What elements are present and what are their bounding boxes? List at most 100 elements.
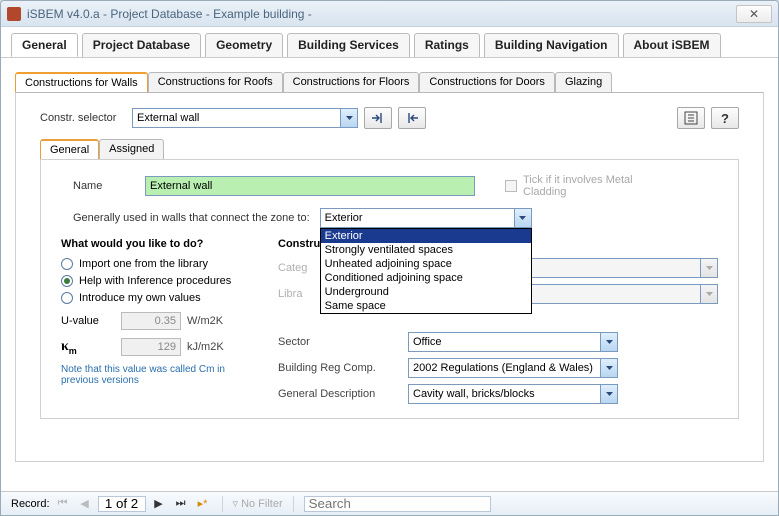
cladding-label: Tick if it involves Metal Cladding xyxy=(523,174,633,198)
breg-input[interactable] xyxy=(409,362,600,374)
subtab-floors[interactable]: Constructions for Floors xyxy=(283,72,420,92)
name-row: Name Tick if it involves Metal Cladding xyxy=(61,174,718,198)
uvalue-unit: W/m2K xyxy=(187,315,223,327)
tab-about[interactable]: About iSBEM xyxy=(623,33,721,57)
library-combo xyxy=(508,284,718,304)
record-position[interactable] xyxy=(98,496,146,512)
inner-tabstrip: General Assigned xyxy=(40,139,739,159)
chevron-down-icon[interactable] xyxy=(600,385,617,403)
no-filter-label: ▿No Filter xyxy=(233,497,283,510)
app-icon xyxy=(7,7,21,21)
window-title: iSBEM v4.0.a - Project Database - Exampl… xyxy=(27,7,736,21)
chevron-down-icon[interactable] xyxy=(600,359,617,377)
sector-combo[interactable] xyxy=(408,332,618,352)
tab-project-database[interactable]: Project Database xyxy=(82,33,201,57)
zone-option[interactable]: Strongly ventilated spaces xyxy=(321,243,531,257)
left-heading: What would you like to do? xyxy=(61,238,248,250)
chevron-down-icon xyxy=(700,259,717,277)
radio-import[interactable]: Import one from the library xyxy=(61,258,248,270)
km-unit: kJ/m2K xyxy=(187,341,224,353)
record-label: Record: xyxy=(11,498,50,510)
nav-last-icon[interactable]: ⏭ xyxy=(172,496,190,512)
desc-label: General Description xyxy=(278,388,408,400)
constr-selector-row: Constr. selector ? xyxy=(40,107,739,129)
innertab-general[interactable]: General xyxy=(40,139,99,159)
uvalue-row: U-value W/m2K xyxy=(61,312,248,330)
calculator-button[interactable] xyxy=(677,107,705,129)
zone-combo[interactable] xyxy=(320,208,532,228)
workspace: Constructions for Walls Constructions fo… xyxy=(1,58,778,491)
chevron-down-icon[interactable] xyxy=(514,209,531,227)
insert-right-button[interactable] xyxy=(364,107,392,129)
zone-label: Generally used in walls that connect the… xyxy=(73,212,310,224)
tab-geometry[interactable]: Geometry xyxy=(205,33,283,57)
subtab-walls[interactable]: Constructions for Walls xyxy=(15,72,148,92)
zone-option[interactable]: Unheated adjoining space xyxy=(321,257,531,271)
name-input[interactable] xyxy=(145,176,475,196)
km-note: Note that this value was called Cm in pr… xyxy=(61,364,241,386)
zone-input[interactable] xyxy=(321,212,514,224)
separator xyxy=(293,496,294,512)
km-label: κm xyxy=(61,339,121,356)
nav-new-icon[interactable]: ▸* xyxy=(194,496,212,512)
constr-selector-combo[interactable] xyxy=(132,108,358,128)
innertab-assigned[interactable]: Assigned xyxy=(99,139,164,159)
constr-selector-input[interactable] xyxy=(133,112,340,124)
desc-row: General Description xyxy=(278,384,718,404)
record-navigator: Record: ⏮ ◀ ▶ ⏭ ▸* ▿No Filter xyxy=(1,491,778,515)
breg-combo[interactable] xyxy=(408,358,618,378)
sector-label: Sector xyxy=(278,336,408,348)
breg-row: Building Reg Comp. xyxy=(278,358,718,378)
name-label: Name xyxy=(73,180,145,192)
sector-input[interactable] xyxy=(409,336,600,348)
zone-row: Generally used in walls that connect the… xyxy=(61,208,718,228)
search-input[interactable] xyxy=(304,496,491,512)
subtab-roofs[interactable]: Constructions for Roofs xyxy=(148,72,283,92)
nav-first-icon[interactable]: ⏮ xyxy=(54,496,72,512)
km-row: κm kJ/m2K xyxy=(61,338,248,356)
help-button[interactable]: ? xyxy=(711,107,739,129)
main-tabstrip: General Project Database Geometry Buildi… xyxy=(1,27,778,58)
radio-own[interactable]: Introduce my own values xyxy=(61,292,248,304)
subtab-doors[interactable]: Constructions for Doors xyxy=(419,72,555,92)
radio-label: Import one from the library xyxy=(79,258,208,270)
filter-icon: ▿ xyxy=(233,497,239,510)
uvalue-field xyxy=(121,312,181,330)
nav-next-icon[interactable]: ▶ xyxy=(150,496,168,512)
category-combo xyxy=(508,258,718,278)
desc-combo[interactable] xyxy=(408,384,618,404)
close-button[interactable]: ✕ xyxy=(736,5,772,23)
km-field xyxy=(121,338,181,356)
chevron-down-icon[interactable] xyxy=(600,333,617,351)
left-column: What would you like to do? Import one fr… xyxy=(61,238,248,410)
tab-ratings[interactable]: Ratings xyxy=(414,33,480,57)
sub-tabstrip: Constructions for Walls Constructions fo… xyxy=(15,72,764,92)
nav-prev-icon[interactable]: ◀ xyxy=(76,496,94,512)
breg-label: Building Reg Comp. xyxy=(278,362,408,374)
sector-row: Sector xyxy=(278,332,718,352)
radio-label: Introduce my own values xyxy=(79,292,201,304)
chevron-down-icon[interactable] xyxy=(340,109,357,127)
radio-label: Help with Inference procedures xyxy=(79,275,231,287)
separator xyxy=(222,496,223,512)
app-window: iSBEM v4.0.a - Project Database - Exampl… xyxy=(0,0,779,516)
panel: Constr. selector ? General Assigned Name xyxy=(15,92,764,462)
zone-dropdown: Exterior Strongly ventilated spaces Unhe… xyxy=(320,228,532,314)
uvalue-label: U-value xyxy=(61,315,121,327)
tab-building-services[interactable]: Building Services xyxy=(287,33,410,57)
zone-option[interactable]: Underground xyxy=(321,285,531,299)
subtab-glazing[interactable]: Glazing xyxy=(555,72,612,92)
inner-panel: Name Tick if it involves Metal Cladding … xyxy=(40,159,739,419)
zone-option[interactable]: Exterior xyxy=(321,229,531,243)
zone-option[interactable]: Conditioned adjoining space xyxy=(321,271,531,285)
title-bar: iSBEM v4.0.a - Project Database - Exampl… xyxy=(1,1,778,27)
insert-left-button[interactable] xyxy=(398,107,426,129)
desc-input[interactable] xyxy=(409,388,600,400)
chevron-down-icon xyxy=(700,285,717,303)
tab-building-navigation[interactable]: Building Navigation xyxy=(484,33,619,57)
constr-selector-label: Constr. selector xyxy=(40,112,132,124)
cladding-checkbox[interactable] xyxy=(505,180,517,192)
radio-inference[interactable]: Help with Inference procedures xyxy=(61,275,248,287)
tab-general[interactable]: General xyxy=(11,33,78,57)
zone-option[interactable]: Same space xyxy=(321,299,531,313)
